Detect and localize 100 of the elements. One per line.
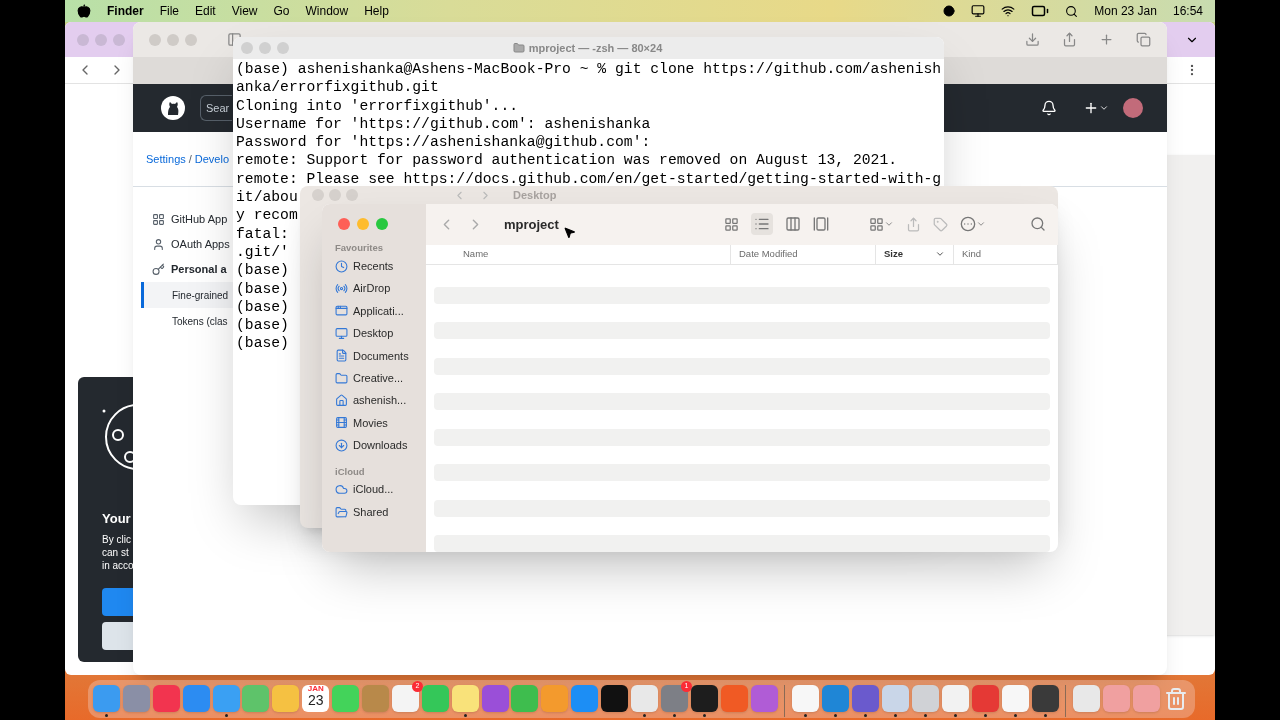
icon-view-icon[interactable] [724,217,739,232]
record-icon[interactable] [943,5,956,17]
app-icon[interactable] [690,685,718,712]
share-icon[interactable] [906,217,921,232]
terminal-line: (base) [236,279,289,298]
sidebar-item[interactable]: Personal a [141,257,227,282]
terminal-line: remote: Support for password authentication was removed on August 13, 2021. [236,151,898,170]
terminal-line: remote: Please see https://docs.github.com/en/get-started/getting-started-with-g [236,169,942,189]
terminal-line: (base) [236,261,289,280]
document-icon [335,349,348,363]
terminal-line: fatal: [236,224,289,243]
menu-bar-time[interactable]: 16:54 [1172,2,1203,20]
window-title: Desktop [513,188,557,202]
folder-icon [335,371,348,385]
breadcrumb-link[interactable]: Settings [146,150,186,168]
sidebar-item[interactable]: GitHub App [141,207,228,232]
column-header[interactable]: Size [876,244,954,264]
ellipsis-icon [960,216,976,233]
cat-logo-icon[interactable] [160,95,186,121]
window-title: mproject — -zsh — 80×24 [528,40,663,56]
sidebar-heading: Favourites [334,241,385,255]
menu-item[interactable]: Window [305,2,349,20]
new-tab-icon[interactable] [1099,32,1114,47]
menu-item[interactable]: Finder [107,2,144,20]
terminal-line: Cloning into 'errorfixgithub'... [236,96,519,115]
list-view-button[interactable] [751,213,773,236]
sidebar-heading: iCloud [334,464,366,479]
notifications-icon[interactable] [1041,100,1057,116]
search-field[interactable]: Sear [200,95,232,121]
sidebar-item[interactable]: Applicati... [332,299,416,323]
terminal-line: (base) [236,316,289,335]
sidebar-item[interactable]: Desktop [332,322,416,345]
calendar-day: 23 [307,693,324,707]
terminal-line: it/abou [236,188,298,207]
sidebar-subitem[interactable]: Tokens (clas [141,308,233,334]
calendar-app-icon[interactable]: JAN 23 [302,685,330,712]
tabs-icon[interactable] [1136,32,1151,47]
terminal-line: Password for 'https://ashenishanka@github.com': [236,133,651,152]
sidebar-item[interactable]: Movies [332,411,416,435]
folder-icon [512,42,525,54]
display-icon[interactable] [971,4,986,18]
menu-item[interactable]: Help [364,2,389,20]
create-menu-button[interactable] [1083,100,1109,116]
cookie-text: can st [102,545,130,559]
sidebar-item[interactable]: iCloud... [332,478,416,501]
menu-item[interactable]: Edit [195,2,216,20]
download-icon[interactable] [1025,32,1040,47]
app-icon[interactable] [1031,685,1059,712]
film-icon [335,416,348,430]
group-icon [869,217,884,232]
sidebar-item[interactable]: Recents [332,255,416,278]
accept-button[interactable] [102,587,133,616]
column-header[interactable]: Name [426,244,731,264]
group-button[interactable] [869,217,894,232]
reject-button[interactable] [102,621,133,650]
search-icon[interactable] [1065,4,1079,18]
sidebar-item[interactable]: Creative... [332,366,416,390]
breadcrumb-link[interactable]: Develo [194,150,230,168]
apple-menu-icon[interactable] [77,4,91,18]
menu-item[interactable]: View [231,2,258,20]
cookie-text: By clic [102,532,132,546]
gallery-view-icon[interactable] [813,216,829,233]
app-icon[interactable] [601,685,629,712]
sidebar-item[interactable]: Shared [332,500,416,524]
person-icon [152,238,165,251]
key-icon [152,263,165,276]
sidebar-item[interactable]: Documents [332,344,416,367]
share-icon[interactable] [1062,32,1077,47]
sidebar-item[interactable]: AirDrop [332,277,416,300]
download-icon [335,438,348,452]
sidebar-item[interactable]: OAuth Apps [141,232,230,257]
column-view-icon[interactable] [785,216,801,233]
sidebar-item[interactable]: Downloads [332,434,416,457]
tag-icon[interactable] [933,217,948,232]
grid-icon [152,213,165,226]
sidebar-item[interactable]: ashenish... [332,389,416,412]
menu-item[interactable]: File [159,2,179,20]
menu-item[interactable]: Go [273,2,290,20]
wifi-icon[interactable] [1001,4,1016,18]
calendar-month: JAN [307,685,324,693]
terminal-line: (base) [236,334,289,353]
caret-icon [1099,103,1109,113]
terminal-line: (base) [236,297,289,317]
menu-bar-date[interactable]: Mon 23 Jan [1094,2,1157,20]
airdrop-icon [335,282,348,296]
cursor-icon [563,226,576,239]
window-title: mproject [504,215,559,234]
cookie-text: in acco [102,558,133,572]
terminal-line: .git/' [236,242,289,262]
monitor-icon [335,326,348,340]
shared-folder-icon [335,505,348,519]
clock-icon [335,259,348,273]
cloud-icon [335,483,348,497]
breadcrumb-separator: / [188,151,192,167]
terminal-line: Username for 'https://github.com': ashenishanka [236,114,651,134]
sidebar-subitem[interactable]: Fine-grained [141,282,233,308]
avatar[interactable] [1123,98,1143,118]
more-button[interactable] [960,216,986,233]
column-header[interactable]: Date Modified [731,244,876,264]
column-header[interactable]: Kind [954,244,1058,264]
